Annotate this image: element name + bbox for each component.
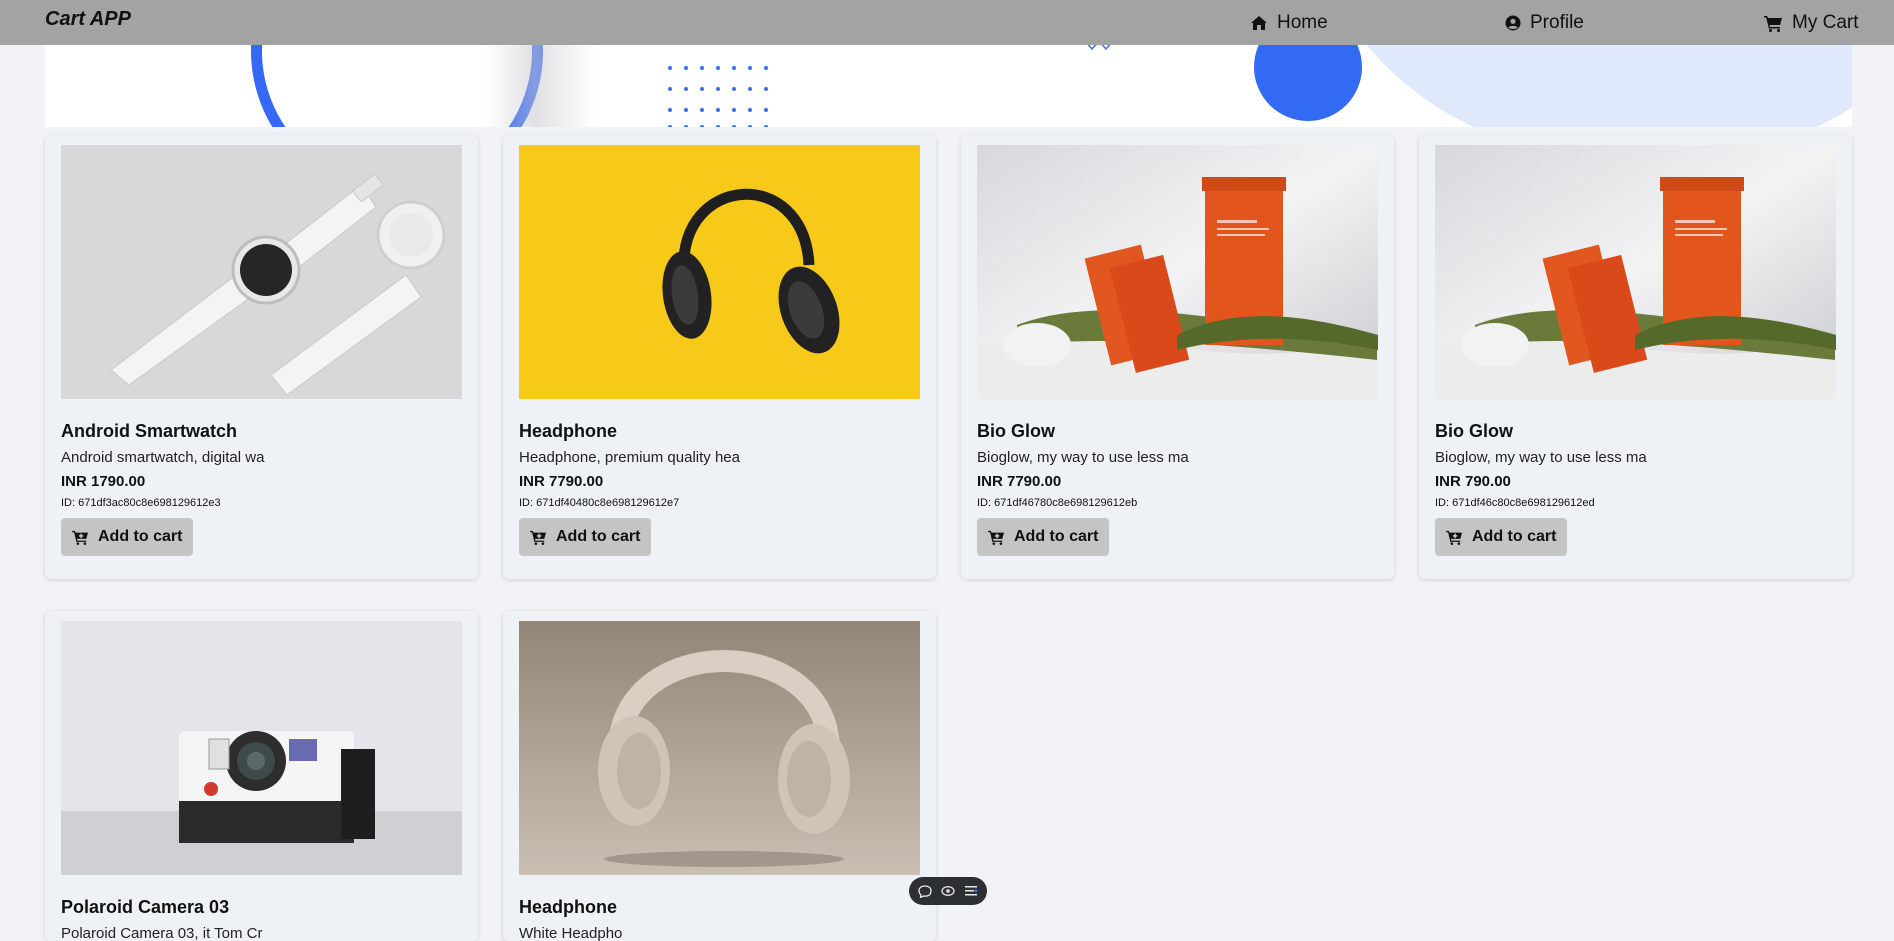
nav-home-label: Home [1277, 12, 1328, 33]
cart-plus-icon [530, 530, 546, 545]
product-id: ID: 671df46c80c8e698129612ed [1435, 497, 1595, 509]
product-description: White Headpho [519, 925, 623, 941]
product-price: INR 1790.00 [61, 473, 146, 490]
product-description: Headphone, premium quality hea [519, 449, 740, 466]
add-to-cart-label: Add to cart [1014, 528, 1099, 545]
product-name: Headphone [519, 897, 618, 917]
product-description: Android smartwatch, digital wa [61, 449, 265, 466]
product-name: Android Smartwatch [61, 421, 238, 441]
product-name: Bio Glow [977, 421, 1055, 441]
user-circle-icon [1505, 15, 1521, 31]
product-name: Headphone [519, 421, 618, 441]
polaroid-camera-image[interactable] [61, 621, 462, 875]
add-to-cart-label: Add to cart [98, 528, 183, 545]
product-card: Android Smartwatch Android smartwatch, d… [45, 135, 478, 579]
nav-home-link[interactable]: Home [1250, 12, 1328, 34]
add-to-cart-button[interactable]: Add to cart [977, 518, 1110, 556]
product-description: Bioglow, my way to use less ma [977, 449, 1189, 466]
product-price: INR 790.00 [1435, 473, 1511, 490]
add-to-cart-button[interactable]: Add to cart [1435, 518, 1568, 556]
hero-banner [45, 45, 1852, 127]
product-card: Headphone White Headpho [503, 611, 936, 941]
banner-shadow-shape [485, 45, 595, 127]
banner-light-blob [1315, 45, 1852, 127]
product-name: Polaroid Camera 03 [61, 897, 230, 917]
list-icon[interactable] [964, 885, 978, 897]
product-card: Bio Glow Bioglow, my way to use less ma … [1419, 135, 1852, 579]
floating-toolbar [909, 877, 987, 905]
nav-cart-label: My Cart [1792, 12, 1859, 33]
banner-dot-grid [668, 66, 768, 127]
add-to-cart-label: Add to cart [556, 528, 641, 545]
product-id: ID: 671df46780c8e698129612eb [977, 497, 1138, 509]
product-id: ID: 671df3ac80c8e698129612e3 [61, 497, 221, 509]
cart-plus-icon [1446, 530, 1462, 545]
banner-blue-circle [1254, 45, 1362, 121]
eye-icon[interactable] [941, 885, 955, 897]
banner-zigzag-shape [1087, 45, 1111, 51]
comment-icon[interactable] [918, 884, 932, 898]
product-card: Headphone Headphone, premium quality hea… [503, 135, 936, 579]
nav-profile-label: Profile [1530, 12, 1584, 33]
product-card: Polaroid Camera 03 Polaroid Camera 03, i… [45, 611, 478, 941]
bioglow-image[interactable] [977, 145, 1378, 399]
add-to-cart-button[interactable]: Add to cart [61, 518, 194, 556]
shopping-cart-icon [1764, 15, 1782, 32]
cart-plus-icon [988, 530, 1004, 545]
nav-cart-link[interactable]: My Cart [1764, 12, 1859, 34]
navbar: Cart APP Home Profile My Cart [0, 0, 1894, 45]
product-description: Bioglow, my way to use less ma [1435, 449, 1647, 466]
add-to-cart-label: Add to cart [1472, 528, 1557, 545]
product-name: Bio Glow [1435, 421, 1513, 441]
product-price: INR 7790.00 [519, 473, 604, 490]
bioglow-image[interactable] [1435, 145, 1836, 399]
product-price: INR 7790.00 [977, 473, 1062, 490]
smartwatch-image[interactable] [61, 145, 462, 399]
beige-headphone-image[interactable] [519, 621, 920, 875]
headphone-image[interactable] [519, 145, 920, 399]
product-id: ID: 671df40480c8e698129612e7 [519, 497, 680, 509]
product-card: Bio Glow Bioglow, my way to use less ma … [961, 135, 1394, 579]
cart-plus-icon [72, 530, 88, 545]
nav-profile-link[interactable]: Profile [1505, 12, 1584, 34]
home-icon [1251, 16, 1267, 30]
app-title[interactable]: Cart APP [45, 8, 131, 31]
product-description: Polaroid Camera 03, it Tom Cr [61, 925, 263, 941]
add-to-cart-button[interactable]: Add to cart [519, 518, 652, 556]
